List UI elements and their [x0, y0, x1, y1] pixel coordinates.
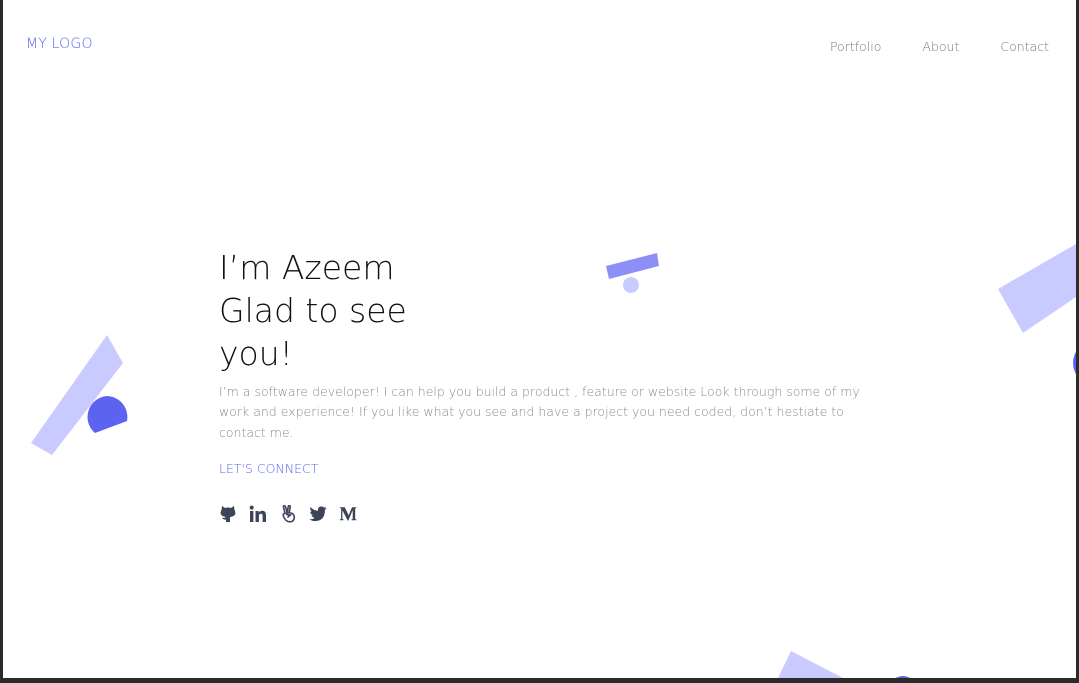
medium-icon[interactable] [339, 504, 357, 524]
angellist-icon[interactable] [279, 504, 297, 524]
linkedin-icon[interactable] [249, 504, 267, 524]
top-dot-shape [623, 277, 639, 293]
top-bar-shape [606, 253, 659, 279]
social-links [219, 504, 357, 524]
decorative-shapes [31, 244, 1076, 678]
lets-connect-link[interactable]: LET'S CONNECT [219, 461, 318, 476]
nav-portfolio-link[interactable]: Portfolio [830, 39, 881, 54]
left-bar-shape [31, 335, 123, 455]
hero-title-line-2: Glad to see [219, 291, 407, 330]
github-icon[interactable] [219, 504, 237, 524]
bottom-circle-shape [895, 676, 911, 678]
logo[interactable]: MY LOGO [26, 36, 93, 52]
main-nav: Portfolio About Contact [830, 39, 1049, 54]
hero-description: I’m a software developer! I can help you… [219, 384, 860, 440]
bottom-bar-shape [778, 651, 843, 678]
right-edge-circle-shape [1073, 351, 1076, 375]
page: MY LOGO Portfolio About Contact I’m Azee… [3, 0, 1076, 678]
hero-title-line-3: you! [219, 334, 293, 373]
hero-title-line-1: I’m Azeem [219, 248, 395, 287]
twitter-icon[interactable] [309, 504, 327, 524]
left-circle-shape [87, 396, 128, 433]
right-bar-shape [998, 244, 1076, 333]
hero-title: I’m Azeem Glad to see you! [219, 246, 407, 375]
nav-about-link[interactable]: About [922, 39, 959, 54]
nav-contact-link[interactable]: Contact [1000, 39, 1049, 54]
